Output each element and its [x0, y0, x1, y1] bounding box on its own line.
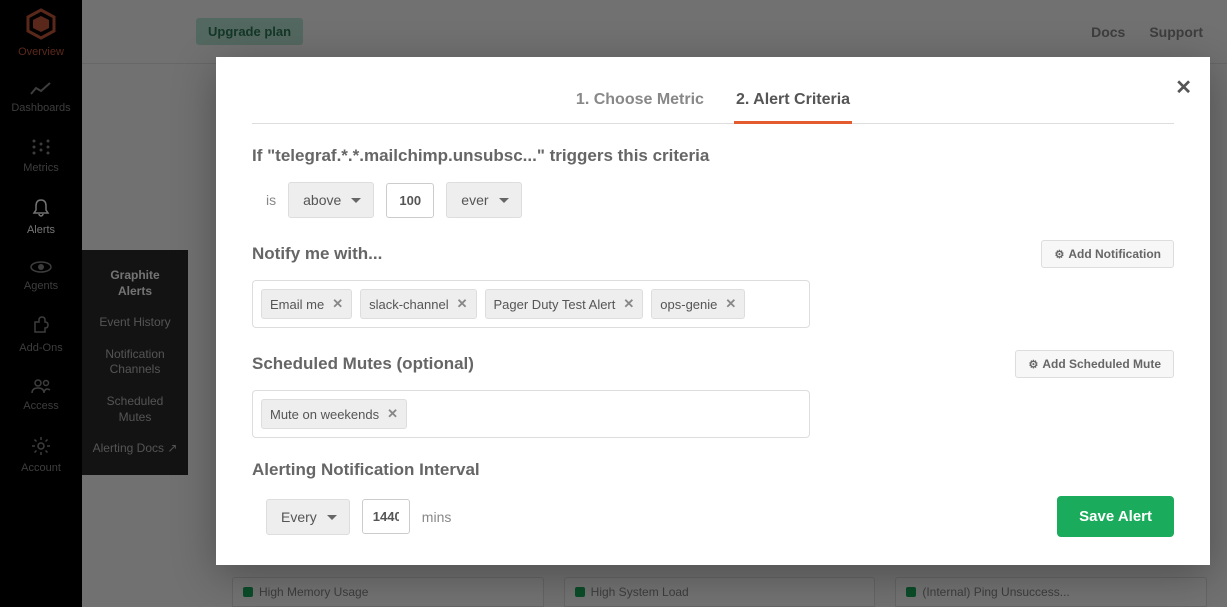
remove-tag-icon[interactable]: ✕ [725, 296, 736, 312]
remove-tag-icon[interactable]: ✕ [387, 406, 398, 422]
gear-icon: ⚙ [1054, 248, 1064, 261]
criteria-title: If "telegraf.*.*.mailchimp.unsubsc..." t… [252, 146, 1174, 166]
add-notification-button[interactable]: ⚙ Add Notification [1041, 240, 1174, 268]
tag-label: Mute on weekends [270, 407, 379, 422]
mutes-section: Scheduled Mutes (optional) ⚙ Add Schedule… [252, 350, 1174, 438]
timing-select[interactable]: ever [446, 182, 521, 218]
interval-unit-label: mins [422, 509, 452, 525]
remove-tag-icon[interactable]: ✕ [623, 296, 634, 312]
remove-tag-icon[interactable]: ✕ [332, 296, 343, 312]
tab-alert-criteria[interactable]: 2. Alert Criteria [734, 81, 852, 124]
alert-modal: ✕ 1. Choose Metric 2. Alert Criteria If … [216, 57, 1210, 565]
notification-tag: Pager Duty Test Alert ✕ [485, 289, 644, 319]
mutes-title: Scheduled Mutes (optional) [252, 354, 474, 374]
tag-label: Email me [270, 297, 324, 312]
notification-tag: slack-channel ✕ [360, 289, 476, 319]
interval-section: Alerting Notification Interval Every min… [252, 460, 1174, 537]
tag-label: slack-channel [369, 297, 449, 312]
add-scheduled-mute-button[interactable]: ⚙ Add Scheduled Mute [1015, 350, 1174, 378]
threshold-input[interactable] [386, 183, 434, 218]
tag-label: ops-genie [660, 297, 717, 312]
close-icon[interactable]: ✕ [1175, 75, 1192, 100]
tag-label: Pager Duty Test Alert [494, 297, 616, 312]
is-label: is [266, 192, 276, 208]
interval-mode-select[interactable]: Every [266, 499, 350, 535]
interval-title: Alerting Notification Interval [252, 460, 1174, 480]
button-label: Add Scheduled Mute [1042, 357, 1161, 371]
button-label: Add Notification [1068, 247, 1161, 261]
interval-value-input[interactable] [362, 499, 410, 534]
remove-tag-icon[interactable]: ✕ [457, 296, 468, 312]
comparison-select[interactable]: above [288, 182, 374, 218]
mutes-tag-box[interactable]: Mute on weekends ✕ [252, 390, 810, 438]
mute-tag: Mute on weekends ✕ [261, 399, 407, 429]
notify-section: Notify me with... ⚙ Add Notification Emai… [252, 240, 1174, 328]
notification-tag: ops-genie ✕ [651, 289, 745, 319]
criteria-section: If "telegraf.*.*.mailchimp.unsubsc..." t… [252, 146, 1174, 218]
modal-tabs: 1. Choose Metric 2. Alert Criteria [252, 81, 1174, 124]
tab-choose-metric[interactable]: 1. Choose Metric [574, 81, 706, 124]
notifications-tag-box[interactable]: Email me ✕ slack-channel ✕ Pager Duty Test… [252, 280, 810, 328]
notification-tag: Email me ✕ [261, 289, 352, 319]
gear-icon: ⚙ [1028, 358, 1038, 371]
save-alert-button[interactable]: Save Alert [1057, 496, 1174, 537]
notify-title: Notify me with... [252, 244, 382, 264]
